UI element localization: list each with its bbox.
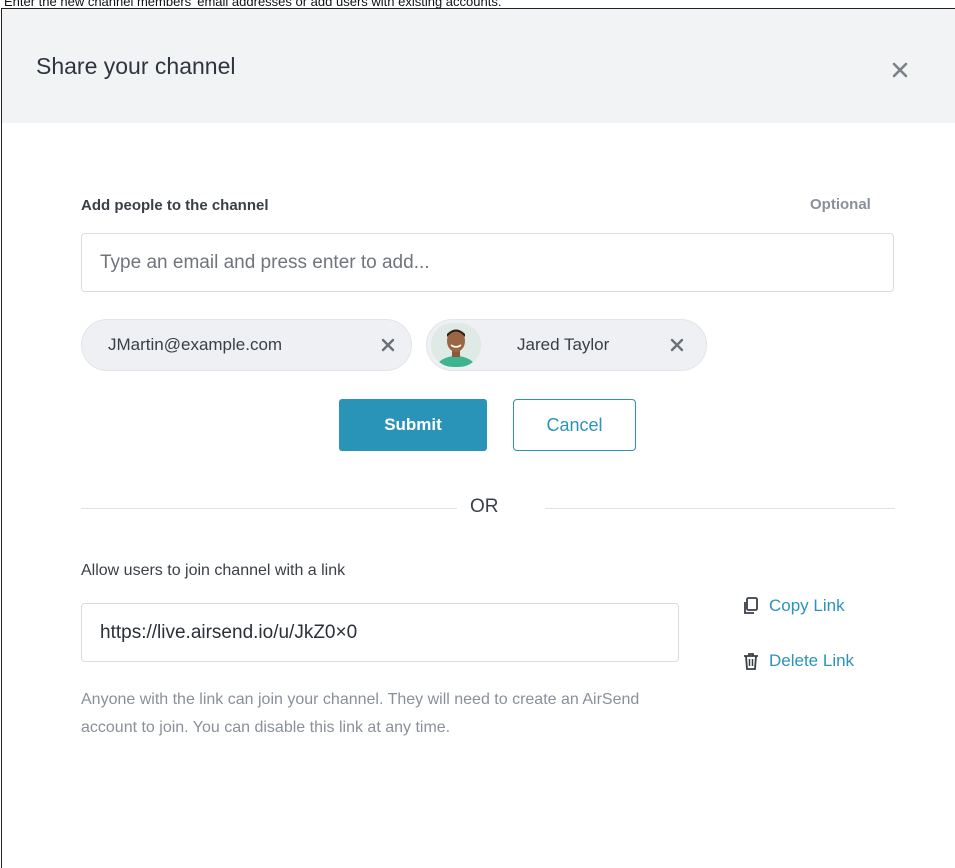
add-people-label: Add people to the channel [81,197,269,214]
submit-button[interactable]: Submit [339,399,487,451]
cancel-button[interactable]: Cancel [513,399,636,451]
copy-link-button[interactable]: Copy Link [741,596,845,616]
copy-icon [744,597,758,614]
remove-chip-icon[interactable] [667,335,687,355]
email-input[interactable] [81,233,894,292]
dialog-title: Share your channel [36,53,236,79]
copy-link-label: Copy Link [769,596,845,615]
or-divider-text: OR [470,496,499,517]
divider-line [81,508,457,509]
trash-icon [744,653,758,670]
remove-chip-icon[interactable] [378,335,398,355]
delete-link-label: Delete Link [769,651,855,670]
dialog-header: Share your channel [2,9,955,123]
link-section-label: Allow users to join channel with a link [81,562,346,579]
avatar [431,323,481,367]
share-link-field[interactable] [81,603,679,662]
chip-label: Jared Taylor [517,335,610,354]
close-icon[interactable] [888,58,912,82]
chip-label: JMartin@example.com [108,335,283,354]
link-helper-text: Anyone with the link can join your chann… [81,691,640,736]
recipient-chip: JMartin@example.com [81,319,412,371]
recipient-chip: Jared Taylor [426,319,707,371]
share-channel-dialog: Share your channel Add people to the cha… [1,8,955,868]
delete-link-button[interactable]: Delete Link [741,651,854,671]
divider-line [545,508,895,509]
optional-label: Optional [810,196,871,213]
user-avatar-icon [431,323,481,367]
